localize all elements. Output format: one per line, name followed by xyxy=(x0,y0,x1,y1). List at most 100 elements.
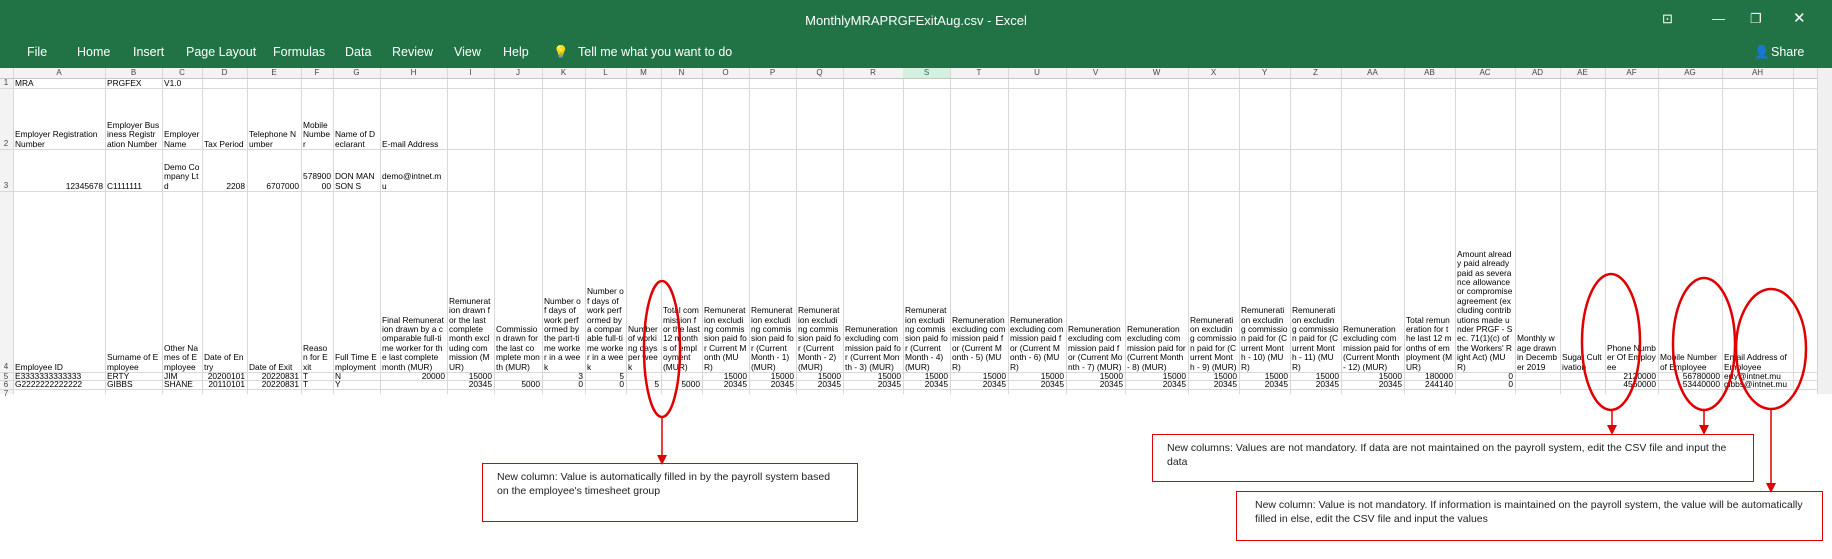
cell[interactable]: PRGFEX xyxy=(107,78,160,88)
cell[interactable]: 0 xyxy=(1457,380,1513,389)
cell[interactable]: 0 xyxy=(1457,372,1513,380)
cell[interactable]: Name of Declarant xyxy=(335,88,378,149)
row-header[interactable]: 5 xyxy=(0,372,12,381)
vertical-scrollbar[interactable] xyxy=(1817,68,1832,394)
cell[interactable]: 15000 xyxy=(1343,372,1402,380)
share-button[interactable]: Share xyxy=(1771,45,1804,59)
cell[interactable]: 15000 xyxy=(1010,372,1064,380)
column-header[interactable]: AA xyxy=(1341,68,1404,78)
cell[interactable]: 5000 xyxy=(496,380,540,389)
column-header[interactable]: W xyxy=(1125,68,1188,78)
cell[interactable]: T xyxy=(303,380,331,389)
minimize-icon[interactable]: — xyxy=(1712,11,1725,26)
cell[interactable]: 15000 xyxy=(1068,372,1123,380)
cell[interactable]: Number of days of work performed by a co… xyxy=(587,191,624,372)
cell[interactable]: Number of days of work performed by the … xyxy=(544,191,583,372)
column-header[interactable]: Z xyxy=(1290,68,1341,78)
column-header[interactable]: L xyxy=(585,68,626,78)
cell[interactable]: Sugar Cultivation xyxy=(1562,191,1603,372)
column-header[interactable]: AC xyxy=(1455,68,1515,78)
cell[interactable]: Remuneration excluding commission paid f… xyxy=(704,191,747,372)
tab-page-layout[interactable]: Page Layout xyxy=(186,45,256,59)
column-header[interactable]: J xyxy=(494,68,542,78)
cell[interactable]: 20345 xyxy=(1292,380,1339,389)
cell[interactable]: 20200101 xyxy=(204,372,245,380)
cell[interactable]: 56780000 xyxy=(1660,372,1720,380)
cell[interactable]: Monthly wage drawn in December 2019 xyxy=(1517,191,1558,372)
cell[interactable]: Employee ID xyxy=(15,191,103,372)
cell[interactable]: 15000 xyxy=(449,372,492,380)
cell[interactable]: Remuneration excluding commission paid f… xyxy=(1010,191,1064,372)
cell[interactable]: Tax Period xyxy=(204,88,245,149)
column-header[interactable]: X xyxy=(1188,68,1239,78)
cell[interactable]: 15000 xyxy=(798,372,841,380)
cell[interactable]: 20000 xyxy=(382,372,445,380)
cell[interactable]: 15000 xyxy=(751,372,794,380)
cell[interactable]: Telephone Number xyxy=(249,88,299,149)
ribbon-display-icon[interactable]: ⊡ xyxy=(1662,11,1673,27)
cell[interactable]: Phone Number Of Employee xyxy=(1607,191,1656,372)
cell[interactable]: 20345 xyxy=(1241,380,1288,389)
restore-icon[interactable]: ❐ xyxy=(1750,11,1762,27)
spreadsheet-grid[interactable]: A B C D E F G H I J K L M N O P Q R S T U V W X Y Z AA AB AC AD AE AF AG… xyxy=(0,68,1832,398)
column-header[interactable]: F xyxy=(301,68,333,78)
cell[interactable]: MRA xyxy=(15,78,103,88)
cell[interactable]: Employer Registration Number xyxy=(15,88,103,149)
cell[interactable]: 20345 xyxy=(704,380,747,389)
column-header[interactable]: Y xyxy=(1239,68,1290,78)
cell[interactable]: 20345 xyxy=(1343,380,1402,389)
cell[interactable]: Remuneration excluding commission paid f… xyxy=(905,191,948,372)
cell[interactable]: Employer Name xyxy=(164,88,200,149)
cell[interactable]: Final Remuneration drawn by a comparable… xyxy=(382,191,445,372)
column-header[interactable]: V xyxy=(1066,68,1125,78)
cell[interactable]: E3333333333333 xyxy=(15,372,103,380)
cell[interactable]: SHANE xyxy=(164,380,200,389)
cell[interactable]: 20345 xyxy=(1010,380,1064,389)
column-header[interactable]: AH xyxy=(1722,68,1793,78)
cell[interactable]: 20345 xyxy=(449,380,492,389)
cell[interactable]: Commission drawn for the last complete m… xyxy=(496,191,540,372)
column-header[interactable]: AF xyxy=(1605,68,1658,78)
column-header[interactable]: M xyxy=(626,68,661,78)
cell[interactable]: 20345 xyxy=(952,380,1006,389)
cell[interactable]: Amount already paid already paid as seve… xyxy=(1457,191,1513,372)
column-header[interactable]: O xyxy=(702,68,749,78)
cell[interactable]: Remuneration excluding commission paid f… xyxy=(751,191,794,372)
cell[interactable]: Employer Business Registration Number xyxy=(107,88,160,149)
cell[interactable]: 244140 xyxy=(1406,380,1453,389)
column-header[interactable]: I xyxy=(447,68,494,78)
cell[interactable]: Mobile Number xyxy=(303,88,331,149)
cell[interactable]: 5000 xyxy=(663,380,700,389)
row-header[interactable]: 4 xyxy=(0,191,12,372)
column-header[interactable]: U xyxy=(1008,68,1066,78)
tab-file[interactable]: File xyxy=(27,45,47,59)
cell[interactable]: 15000 xyxy=(1241,372,1288,380)
column-header[interactable]: AD xyxy=(1515,68,1560,78)
cell[interactable]: Total remuneration for the last 12 month… xyxy=(1406,191,1453,372)
cell[interactable]: 15000 xyxy=(704,372,747,380)
column-header[interactable]: AG xyxy=(1658,68,1722,78)
tab-home[interactable]: Home xyxy=(77,45,110,59)
cell[interactable]: gibbs@intnet.mu xyxy=(1724,380,1791,389)
cell[interactable]: 53440000 xyxy=(1660,380,1720,389)
cell[interactable]: Full Time Employment xyxy=(335,191,378,372)
cell[interactable]: 2208 xyxy=(204,149,245,191)
cell[interactable]: Remuneration drawn for the last complete… xyxy=(449,191,492,372)
tab-help[interactable]: Help xyxy=(503,45,529,59)
column-header[interactable]: S xyxy=(903,68,950,78)
cell[interactable]: Remuneration excluding commission paid f… xyxy=(1127,191,1186,372)
cell[interactable]: 20345 xyxy=(751,380,794,389)
cell[interactable]: T xyxy=(303,372,331,380)
cell[interactable]: ERTY xyxy=(107,372,160,380)
cell[interactable]: 20345 xyxy=(1068,380,1123,389)
cell[interactable]: erty@intnet.mu xyxy=(1724,372,1791,380)
cell[interactable]: Mobile Number of Employee xyxy=(1660,191,1720,372)
cell[interactable]: 20345 xyxy=(1127,380,1186,389)
column-header[interactable]: AB xyxy=(1404,68,1455,78)
close-icon[interactable]: ✕ xyxy=(1793,9,1806,27)
column-header[interactable]: H xyxy=(380,68,447,78)
tab-insert[interactable]: Insert xyxy=(133,45,164,59)
cell[interactable]: 20345 xyxy=(1190,380,1237,389)
row-header[interactable]: 7 xyxy=(0,389,12,398)
column-header[interactable]: B xyxy=(105,68,162,78)
